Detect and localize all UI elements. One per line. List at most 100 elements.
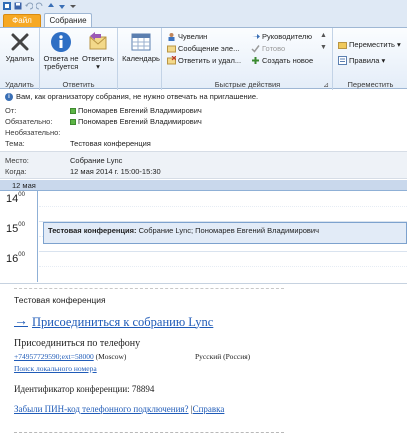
phone-number-row: +74957729590;ext=58000 (Moscow) — [14, 352, 126, 361]
team-email-icon — [167, 44, 176, 53]
quick-step-chuvelin[interactable]: Чувелин — [167, 31, 207, 42]
info-message: Вам, как организатору собрания, не нужно… — [16, 92, 259, 101]
location-label: Место: — [5, 156, 29, 165]
optional-label: Необязательно: — [5, 128, 61, 137]
ribbon-group-quick-steps: Чувелин Руководителю Сообщение эле... Го… — [163, 28, 333, 90]
appointment-details: Собрание Lync; Пономарев Евгений Владими… — [136, 226, 319, 235]
ribbon: Удалить Удалить Ответа не требуется Отве… — [0, 27, 407, 90]
customize-qat-icon[interactable] — [69, 2, 77, 10]
rules-label: Правила — [349, 56, 380, 65]
quick-step-done-label: Готово — [262, 44, 286, 53]
group-label-respond: Ответить — [62, 80, 95, 89]
no-response-label-2: требуется — [43, 62, 79, 71]
presence-icon — [70, 119, 76, 125]
rules-button[interactable]: Правила ▾ — [338, 55, 385, 66]
down-arrow-icon[interactable] — [58, 2, 66, 10]
phone-city: (Moscow) — [93, 352, 127, 361]
reply-envelope-icon — [87, 31, 109, 53]
quick-step-reply-delete-label: Ответить и удал... — [178, 56, 242, 65]
calendar-label: Календарь — [122, 54, 160, 63]
group-label-move: Переместить — [347, 80, 394, 89]
checkmark-icon — [251, 44, 260, 53]
ribbon-group-calendar: Календарь — [118, 28, 162, 90]
no-response-required-button[interactable]: Ответа не требуется — [41, 31, 81, 71]
reply-label: Ответить — [81, 54, 115, 63]
info-icon — [50, 31, 72, 53]
tab-file[interactable]: Файл — [3, 14, 41, 28]
subject-label: Тема: — [5, 139, 25, 148]
quick-step-reply-delete[interactable]: Ответить и удал... — [167, 55, 241, 66]
move-folder-icon — [338, 40, 347, 49]
quick-steps-launcher-icon[interactable]: ⊿ — [323, 81, 329, 89]
calendar-hours: 1400 1500 1600 — [0, 191, 38, 282]
ribbon-group-move: Переместить ▾ Правила ▾ Переместить — [334, 28, 407, 90]
header-optional: Необязательно: — [5, 128, 70, 138]
quick-step-manager[interactable]: Руководителю — [251, 31, 312, 42]
group-label-quick-steps: Быстрые действия — [214, 80, 281, 89]
body-title: Тестовая конференция — [14, 295, 106, 305]
message-header: От: Пономарев Евгений Владимирович Обяза… — [0, 103, 407, 151]
reply-button[interactable]: Ответить ▾ — [80, 31, 116, 71]
header-subject: Тема: Тестовая конференция — [5, 139, 151, 149]
message-body: Тестовая конференция → Присоединиться к … — [0, 283, 407, 440]
quick-step-create-new-label: Создать новое — [262, 56, 314, 65]
quick-steps-scroll-down-icon[interactable]: ▼ — [320, 44, 327, 51]
info-small-icon: i — [5, 92, 13, 101]
find-local-number-link[interactable]: Поиск локального номера — [14, 364, 97, 373]
redo-icon[interactable] — [35, 2, 44, 10]
ribbon-group-respond: Ответа не требуется Ответить ▾ Ответить — [40, 28, 118, 90]
ribbon-tabs: Файл Собрание — [0, 12, 407, 29]
join-meeting-link[interactable]: → Присоединиться к собранию Lync — [14, 314, 213, 330]
forgot-pin-link[interactable]: Забыли ПИН-код телефонного подключения? — [14, 404, 189, 414]
quick-step-chuvelin-label: Чувелин — [178, 32, 208, 41]
required-label: Обязательно: — [5, 117, 53, 126]
phone-number-link[interactable]: +74957729590;ext=58000 — [14, 352, 94, 361]
arrow-right-icon: → — [14, 314, 28, 329]
quick-access-toolbar — [0, 0, 407, 12]
move-label: Переместить — [349, 40, 395, 49]
required-value[interactable]: Пономарев Евгений Владимирович — [78, 117, 202, 127]
quick-step-create-new[interactable]: Создать новое — [251, 55, 313, 66]
header-when: Когда: 12 мая 2014 г. 15:00-15:30 — [5, 167, 161, 177]
quick-step-manager-label: Руководителю — [262, 32, 313, 41]
quick-step-done[interactable]: Готово — [251, 43, 285, 54]
hour-label: 1400 — [6, 192, 25, 205]
from-value[interactable]: Пономарев Евгений Владимирович — [78, 106, 202, 116]
help-link[interactable]: Справка — [193, 404, 225, 414]
phone-region: Русский (Россия) — [195, 352, 251, 361]
info-bar: i Вам, как организатору собрания, не нуж… — [0, 90, 407, 103]
subject-value: Тестовая конференция — [70, 139, 151, 148]
header-location: Место: Собрание Lync — [5, 156, 122, 166]
phone-heading: Присоединиться по телефону — [14, 338, 141, 349]
hour-label: 1500 — [6, 222, 25, 235]
outlook-app-icon — [3, 2, 11, 10]
location-value: Собрание Lync — [70, 156, 123, 165]
hour-label: 1600 — [6, 252, 25, 265]
calendar-date-header: 12 мая — [0, 180, 407, 191]
ribbon-group-delete: Удалить Удалить — [0, 28, 40, 90]
quick-steps-scroll-up-icon[interactable]: ▲ — [320, 32, 327, 39]
person-forward-icon — [167, 32, 176, 41]
header-from: От: Пономарев Евгений Владимирович — [5, 106, 202, 116]
conference-id: Идентификатор конференции: 78894 — [14, 384, 155, 394]
undo-icon[interactable] — [25, 2, 34, 10]
save-icon[interactable] — [14, 2, 22, 10]
create-new-icon — [251, 56, 260, 65]
appointment-title: Тестовая конференция: — [48, 226, 137, 235]
delete-button[interactable]: Удалить — [2, 31, 38, 63]
join-meeting-label: Присоединиться к собранию Lync — [32, 314, 214, 329]
delete-button-label: Удалить — [5, 54, 35, 63]
quick-step-email[interactable]: Сообщение эле... — [167, 43, 239, 54]
presence-icon — [70, 108, 76, 114]
up-arrow-icon[interactable] — [47, 2, 55, 10]
calendar-appointment[interactable]: Тестовая конференция: Собрание Lync; Пон… — [43, 222, 407, 244]
body-divider-bottom — [14, 432, 284, 433]
from-label: От: — [5, 106, 17, 115]
quick-step-email-label: Сообщение эле... — [178, 44, 240, 53]
group-label-delete: Удалить — [5, 80, 34, 89]
calendar-icon — [130, 31, 152, 53]
move-button[interactable]: Переместить ▾ — [338, 39, 401, 50]
calendar-button[interactable]: Календарь — [121, 31, 161, 63]
when-label: Когда: — [5, 167, 27, 176]
calendar-grid[interactable]: Тестовая конференция: Собрание Lync; Пон… — [39, 191, 407, 282]
